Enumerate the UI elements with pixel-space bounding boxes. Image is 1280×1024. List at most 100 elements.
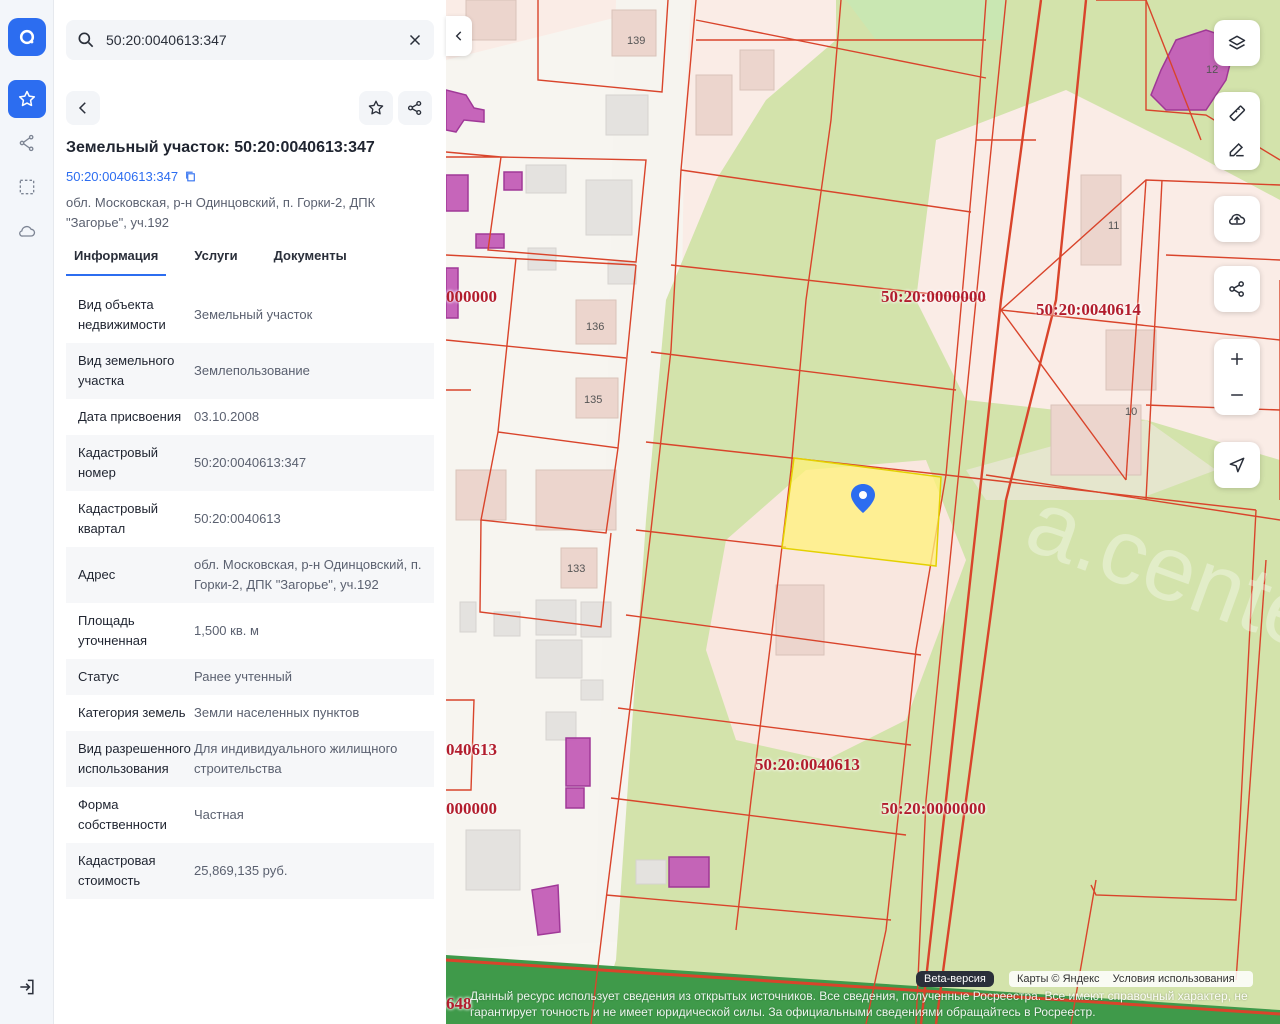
info-key: Категория земель — [78, 705, 186, 720]
info-row: Статус Ранее учтенный — [66, 659, 434, 695]
info-key: Площадь уточненная — [78, 613, 148, 648]
info-key: Вид объекта недвижимости — [78, 297, 166, 332]
route-button[interactable] — [8, 124, 46, 162]
info-row: Вид земельного участка Землепользование — [66, 343, 434, 399]
lot-number: 139 — [627, 35, 646, 47]
info-key: Форма собственности — [78, 797, 167, 832]
cadastral-number-link[interactable]: 50:20:0040613:347 — [66, 169, 197, 184]
cadastral-label: 50:20:0000000 — [881, 799, 986, 818]
add-favorite-button[interactable] — [359, 91, 393, 125]
info-value: Земли населенных пунктов — [194, 705, 360, 720]
info-key: Статус — [78, 669, 120, 684]
info-value: Землепользование — [194, 363, 310, 378]
ruler-icon — [1229, 105, 1246, 122]
layers-button[interactable] — [1214, 20, 1260, 66]
close-icon[interactable] — [406, 31, 424, 49]
copy-icon[interactable] — [184, 170, 197, 183]
upload-control[interactable] — [1214, 196, 1260, 242]
info-value: Ранее учтенный — [194, 669, 292, 684]
edit-button[interactable] — [1214, 131, 1260, 167]
map-canvas[interactable]: a.center — [446, 0, 1280, 1024]
locate-control[interactable] — [1214, 442, 1260, 488]
info-row: Адрес обл. Московская, р-н Одинцовский, п… — [66, 547, 434, 603]
cadastral-label: 000000 — [446, 287, 497, 306]
info-key: Адрес — [78, 567, 116, 582]
zoom-control — [1214, 339, 1260, 415]
info-value: обл. Московская, р-н Одинцовский, п. Гор… — [194, 557, 422, 592]
collapse-panel-button[interactable] — [446, 16, 472, 56]
cloud-icon — [19, 225, 36, 237]
search-input[interactable] — [106, 32, 386, 48]
info-row: Категория земель Земли населенных пунктов — [66, 695, 434, 731]
terms-link[interactable]: Условия использования — [1113, 973, 1235, 985]
info-row: Дата присвоения 03.10.2008 — [66, 399, 434, 435]
layers-icon — [1228, 35, 1246, 50]
share-button[interactable] — [398, 91, 432, 125]
copyright: Карты © Яндекс Условия использования — [1009, 971, 1253, 987]
map-share-button[interactable] — [1214, 266, 1260, 312]
info-table: Вид объекта недвижимости Земельный участо… — [66, 287, 434, 899]
zoom-out-button[interactable] — [1214, 377, 1260, 413]
star-icon — [18, 90, 36, 107]
info-row: Вид разрешенного использования Для индиви… — [66, 731, 434, 787]
info-row: Площадь уточненная 1,500 кв. м — [66, 603, 434, 659]
zoom-out-icon — [1231, 394, 1243, 396]
tabs: Информация Услуги Документы — [66, 245, 436, 277]
chevron-left-icon — [455, 31, 462, 41]
cadastral-label: 000000 — [446, 799, 497, 818]
lot-number: 136 — [586, 321, 605, 333]
logout-button[interactable] — [8, 968, 46, 1006]
app-logo-icon[interactable] — [8, 18, 46, 56]
logout-icon — [20, 979, 34, 995]
cadastral-number-text[interactable]: 50:20:0040613:347 — [66, 169, 178, 184]
object-title: Земельный участок: 50:20:0040613:347 — [66, 139, 375, 156]
share-control[interactable] — [1214, 266, 1260, 312]
cloud-button[interactable] — [8, 212, 46, 250]
back-button[interactable] — [66, 91, 100, 125]
star-icon — [368, 100, 384, 115]
search-icon — [78, 32, 94, 48]
share-icon — [1229, 281, 1244, 297]
info-value: 50:20:0040613 — [194, 511, 281, 526]
yandex-copyright[interactable]: Карты © Яндекс — [1017, 973, 1100, 985]
info-key: Кадастровый номер — [78, 445, 159, 480]
map-attribution: Beta-версия Карты © Яндекс Условия испол… — [446, 968, 1280, 1024]
info-value: Частная — [194, 807, 244, 822]
map-view[interactable]: a.center 139 136 135 133 11 10 12 000000… — [446, 0, 1280, 1024]
ruler-button[interactable] — [1214, 95, 1260, 131]
object-address: обл. Московская, р-н Одинцовский, п. Гор… — [66, 195, 376, 230]
zoom-in-icon — [1231, 353, 1243, 365]
info-value: 03.10.2008 — [194, 409, 260, 424]
search-bar[interactable] — [66, 20, 434, 60]
lot-number: 135 — [584, 394, 603, 406]
info-value: Для индивидуального жилищного строительс… — [194, 741, 398, 776]
info-value: 25,869,135 руб. — [194, 863, 288, 878]
disclaimer-text: Данный ресурс использует сведения из отк… — [470, 989, 1248, 1019]
zoom-in-button[interactable] — [1214, 341, 1260, 377]
lot-number: 11 — [1108, 220, 1120, 232]
upload-icon — [1229, 213, 1246, 225]
lot-number: 10 — [1125, 406, 1138, 418]
info-key: Вид разрешенного использования — [78, 741, 191, 776]
favorites-button[interactable] — [8, 80, 46, 118]
layers-control[interactable] — [1214, 20, 1260, 66]
info-key: Кадастровая стоимость — [78, 853, 156, 888]
info-row: Форма собственности Частная — [66, 787, 434, 843]
info-row: Кадастровый квартал 50:20:0040613 — [66, 491, 434, 547]
tab-services[interactable]: Услуги — [186, 245, 245, 276]
cadastral-label: 50:20:0000000 — [881, 287, 986, 306]
locate-button[interactable] — [1214, 442, 1260, 488]
cadastral-label: 040613 — [446, 740, 497, 759]
upload-button[interactable] — [1214, 196, 1260, 242]
tab-information[interactable]: Информация — [66, 245, 167, 276]
route-icon — [19, 134, 34, 152]
back-icon — [78, 102, 86, 114]
beta-badge: Beta-версия — [916, 971, 994, 987]
cadastral-label: 50:20:0040613 — [755, 755, 860, 774]
lot-number: 133 — [567, 563, 586, 575]
select-area-button[interactable] — [8, 168, 46, 206]
select-area-icon — [19, 179, 35, 195]
icon-rail — [0, 0, 54, 1024]
info-row: Кадастровая стоимость 25,869,135 руб. — [66, 843, 434, 899]
tab-documents[interactable]: Документы — [266, 245, 355, 276]
